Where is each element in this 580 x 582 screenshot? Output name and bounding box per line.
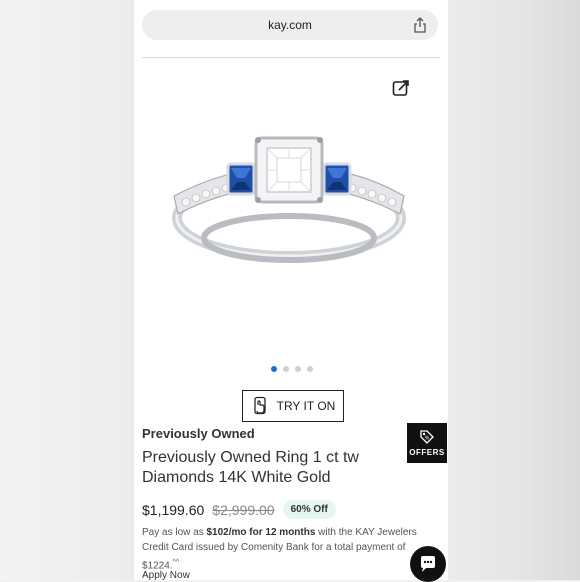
backdrop-left — [0, 0, 134, 580]
gallery-dot-3[interactable] — [295, 366, 301, 372]
original-price: $2,999.00 — [212, 501, 275, 518]
sale-price: $1,199.60 — [142, 501, 205, 518]
financing-footnote: ^^ — [172, 559, 180, 566]
financing-prefix: Pay as low as — [142, 527, 207, 538]
svg-text:%: % — [425, 436, 430, 442]
phone-hand-icon — [254, 396, 266, 415]
financing-info: Pay as low as $102/mo for 12 months with… — [142, 525, 432, 573]
gallery-dot-1[interactable] — [271, 366, 277, 372]
ring-image — [172, 136, 406, 263]
try-it-on-label: TRY IT ON — [276, 399, 336, 413]
chat-button[interactable] — [410, 546, 446, 582]
product-condition: Previously Owned — [142, 426, 255, 441]
share-out-icon[interactable] — [391, 78, 411, 98]
backdrop-right — [448, 0, 580, 580]
product-title: Previously Owned Ring 1 ct tw Diamonds 1… — [142, 449, 359, 486]
tag-icon: % — [420, 430, 434, 444]
financing-amount: $102/mo for 12 months — [206, 527, 316, 538]
divider — [142, 57, 440, 58]
share-icon[interactable] — [412, 17, 428, 33]
offers-button[interactable]: % OFFERS — [407, 423, 447, 463]
offers-label: OFFERS — [409, 448, 445, 457]
try-it-on-button[interactable]: TRY IT ON — [242, 390, 344, 422]
apply-now-link[interactable]: Apply Now — [142, 570, 190, 580]
gallery-dot-4[interactable] — [307, 366, 313, 372]
price-row: $1,199.60 $2,999.00 60% Off — [142, 500, 336, 519]
chat-icon — [421, 556, 435, 572]
phone-screen: kay.com TRY IT ON Previously Owned % OFF… — [134, 0, 448, 580]
gallery-dot-2[interactable] — [283, 366, 289, 372]
gallery-pagination — [271, 366, 313, 372]
address-bar[interactable]: kay.com — [142, 10, 438, 40]
discount-badge: 60% Off — [282, 500, 336, 519]
url-text: kay.com — [268, 18, 312, 32]
